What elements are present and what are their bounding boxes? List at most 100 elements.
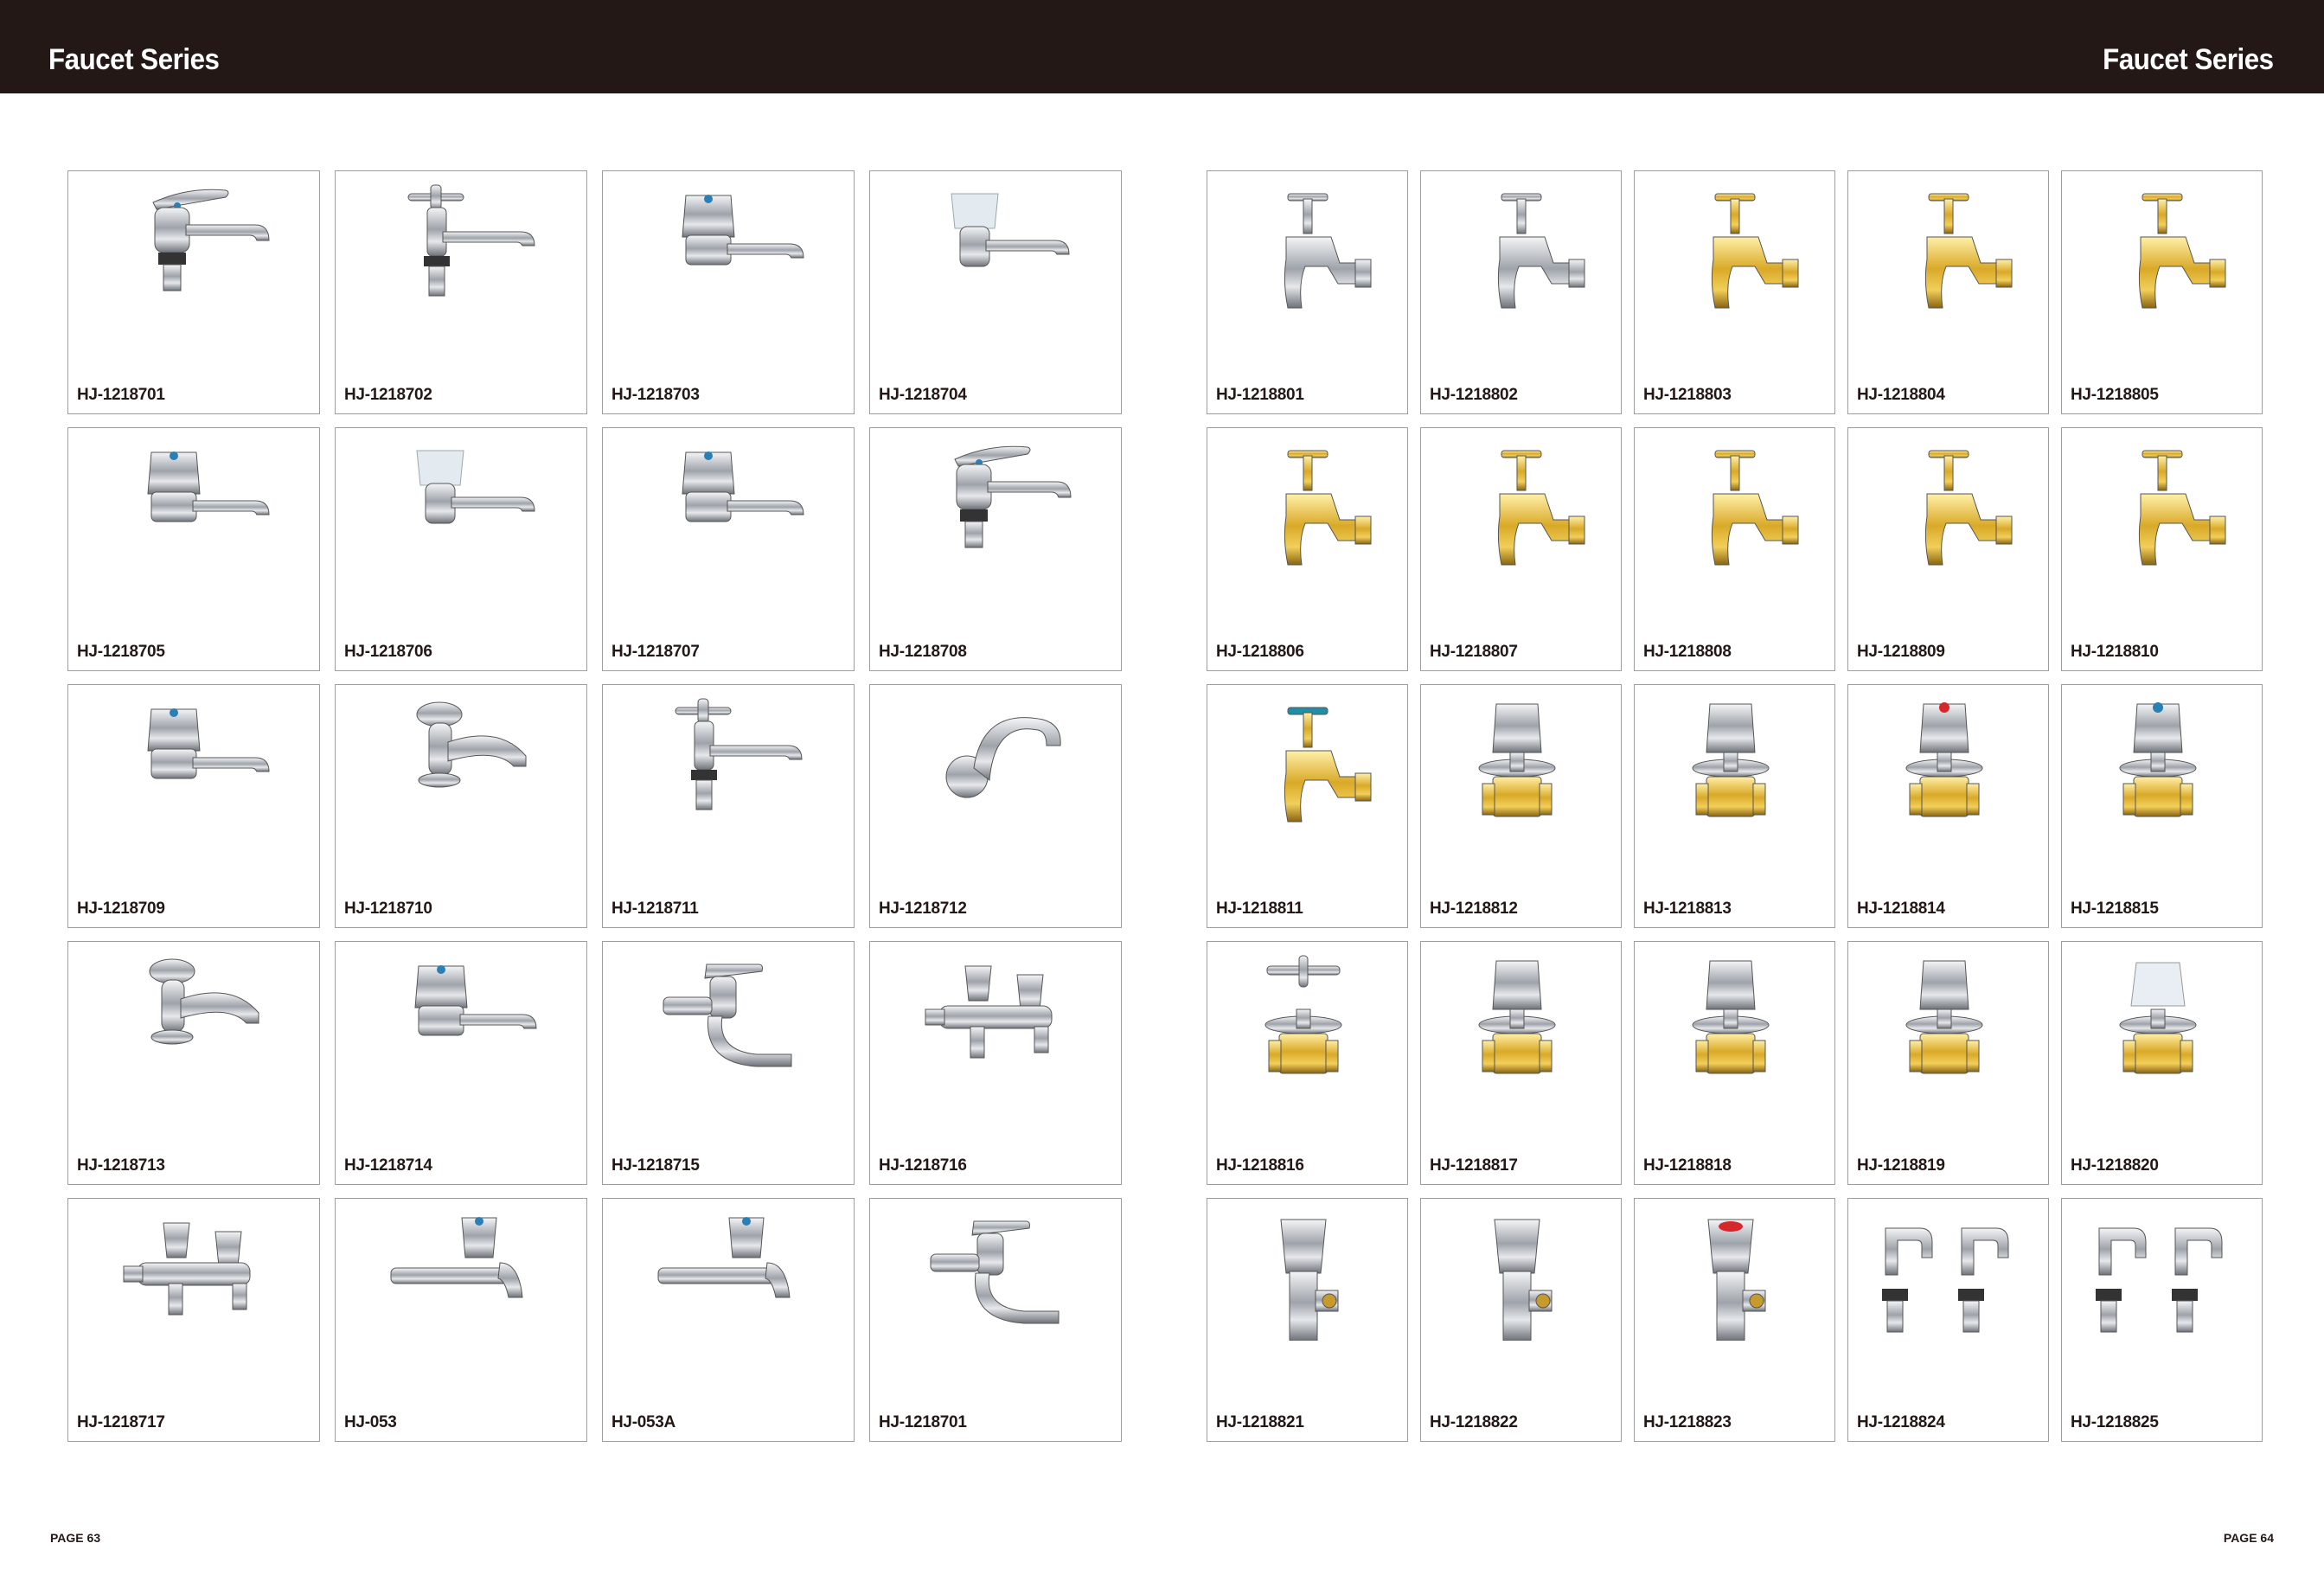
product-cell: HJ-1218812 xyxy=(1420,684,1622,928)
product-code: HJ-1218818 xyxy=(1643,1156,1732,1175)
product-cell: HJ-1218820 xyxy=(2061,941,2263,1185)
product-code: HJ-1218803 xyxy=(1643,386,1732,404)
product-code: HJ-1218806 xyxy=(1216,643,1304,661)
product-cell: HJ-1218810 xyxy=(2061,427,2263,671)
page-number-left: PAGE 63 xyxy=(50,1531,101,1545)
product-code: HJ-1218823 xyxy=(1643,1413,1732,1431)
product-code: HJ-1218717 xyxy=(77,1413,165,1431)
product-cell: HJ-1218802 xyxy=(1420,170,1622,414)
product-code: HJ-1218819 xyxy=(1857,1156,1945,1175)
product-cell: HJ-1218809 xyxy=(1847,427,2049,671)
product-code: HJ-1218716 xyxy=(879,1156,967,1175)
product-cell: HJ-1218712 xyxy=(869,684,1122,928)
product-code: HJ-1218706 xyxy=(344,643,432,661)
stop-valve-icon xyxy=(1478,960,1555,1074)
long-wall-tap-icon xyxy=(390,1217,523,1298)
product-code: HJ-1218808 xyxy=(1643,643,1732,661)
product-cell: HJ-1218817 xyxy=(1420,941,1622,1185)
product-cell: HJ-1218805 xyxy=(2061,170,2263,414)
product-cell: HJ-1218814 xyxy=(1847,684,2049,928)
product-code: HJ-1218824 xyxy=(1857,1413,1945,1431)
product-code: HJ-1218805 xyxy=(2071,386,2159,404)
product-cell: HJ-1218711 xyxy=(602,684,855,928)
product-cell: HJ-1218707 xyxy=(602,427,855,671)
product-cell: HJ-1218811 xyxy=(1207,684,1408,928)
product-cell: HJ-1218710 xyxy=(335,684,587,928)
product-code: HJ-1218711 xyxy=(611,900,699,918)
lever-basin-tap-icon xyxy=(152,189,270,291)
crystal-stop-valve-icon xyxy=(2119,962,2196,1074)
dome-handle-basin-tap-icon xyxy=(147,451,270,522)
stop-valve-icon xyxy=(1478,703,1555,817)
product-code: HJ-1218703 xyxy=(611,386,700,404)
product-code: HJ-053A xyxy=(611,1413,675,1431)
page-title-left: Faucet Series xyxy=(48,43,220,76)
product-cell: HJ-1218822 xyxy=(1420,1198,1622,1442)
product-code: HJ-1218702 xyxy=(344,386,432,404)
product-cell: HJ-1218816 xyxy=(1207,941,1408,1185)
product-code: HJ-1218708 xyxy=(879,643,967,661)
product-code: HJ-1218801 xyxy=(1216,386,1304,404)
stop-valve-icon xyxy=(1905,960,1982,1074)
crystal-handle-basin-tap-icon xyxy=(416,450,535,524)
page-title-right: Faucet Series xyxy=(2103,43,2275,76)
chrome-bib-tap-icon xyxy=(1284,193,1371,309)
product-cell: HJ-053 xyxy=(335,1198,587,1442)
product-code: HJ-1218816 xyxy=(1216,1156,1304,1175)
product-cell: HJ-1218804 xyxy=(1847,170,2049,414)
product-code: HJ-1218709 xyxy=(77,900,165,918)
dome-handle-basin-tap-icon xyxy=(682,195,804,266)
product-code: HJ-1218804 xyxy=(1857,386,1945,404)
product-cell: HJ-053A xyxy=(602,1198,855,1442)
product-code: HJ-1218815 xyxy=(2071,900,2159,918)
product-cell: HJ-1218702 xyxy=(335,170,587,414)
stop-valve-red-icon xyxy=(1905,702,1982,817)
long-wall-tap-icon xyxy=(657,1217,791,1298)
page-number-right: PAGE 64 xyxy=(2223,1531,2274,1545)
product-code: HJ-1218802 xyxy=(1430,386,1518,404)
product-code: HJ-1218710 xyxy=(344,900,432,918)
double-outlet-tap-icon xyxy=(123,1222,251,1316)
product-cell: HJ-1218704 xyxy=(869,170,1122,414)
product-code: HJ-1218704 xyxy=(879,386,967,404)
product-code: HJ-1218705 xyxy=(77,643,165,661)
product-cell: HJ-1218818 xyxy=(1634,941,1835,1185)
header-bar xyxy=(0,0,2324,93)
product-code: HJ-1218812 xyxy=(1430,900,1518,918)
product-cell: HJ-1218803 xyxy=(1634,170,1835,414)
brass-bib-tap-icon xyxy=(1924,450,2012,566)
spout-pair-icon xyxy=(1881,1227,2008,1333)
product-code: HJ-1218712 xyxy=(879,900,967,918)
product-cell: HJ-1218825 xyxy=(2061,1198,2263,1442)
crystal-handle-basin-tap-icon xyxy=(951,193,1070,267)
product-code: HJ-1218825 xyxy=(2071,1413,2159,1431)
product-cell: HJ-1218701 xyxy=(67,170,320,414)
stop-valve-icon xyxy=(1692,703,1769,817)
lever-wall-tap-icon xyxy=(930,1220,1060,1324)
right-product-grid: HJ-1218801 HJ-1218802 HJ-1218803 HJ-1218… xyxy=(1207,170,2263,1442)
swan-neck-tap-icon xyxy=(945,717,1061,798)
product-cell: HJ-1218815 xyxy=(2061,684,2263,928)
product-cell: HJ-1218819 xyxy=(1847,941,2049,1185)
product-cell: HJ-1218807 xyxy=(1420,427,1622,671)
brass-bib-tap-icon xyxy=(1711,193,1798,309)
angle-valve-icon xyxy=(1493,1219,1552,1341)
product-cell: HJ-1218706 xyxy=(335,427,587,671)
product-cell: HJ-1218705 xyxy=(67,427,320,671)
product-code: HJ-1218817 xyxy=(1430,1156,1518,1175)
product-cell: HJ-1218708 xyxy=(869,427,1122,671)
lever-wall-tap-icon xyxy=(663,964,792,1067)
lever-basin-tap-icon xyxy=(954,445,1072,548)
brass-bib-tap-icon xyxy=(1711,450,1798,566)
product-code: HJ-1218814 xyxy=(1857,900,1945,918)
product-code: HJ-1218707 xyxy=(611,643,700,661)
product-cell: HJ-1218801 xyxy=(1207,170,1408,414)
product-cell: HJ-1218806 xyxy=(1207,427,1408,671)
angle-valve-icon xyxy=(1279,1219,1338,1341)
knob-basin-tap-icon xyxy=(149,958,259,1045)
product-cell: HJ-1218808 xyxy=(1634,427,1835,671)
product-cell: HJ-1218713 xyxy=(67,941,320,1185)
dome-handle-basin-tap-icon xyxy=(682,451,804,522)
product-cell: HJ-1218717 xyxy=(67,1198,320,1442)
product-cell: HJ-1218824 xyxy=(1847,1198,2049,1442)
